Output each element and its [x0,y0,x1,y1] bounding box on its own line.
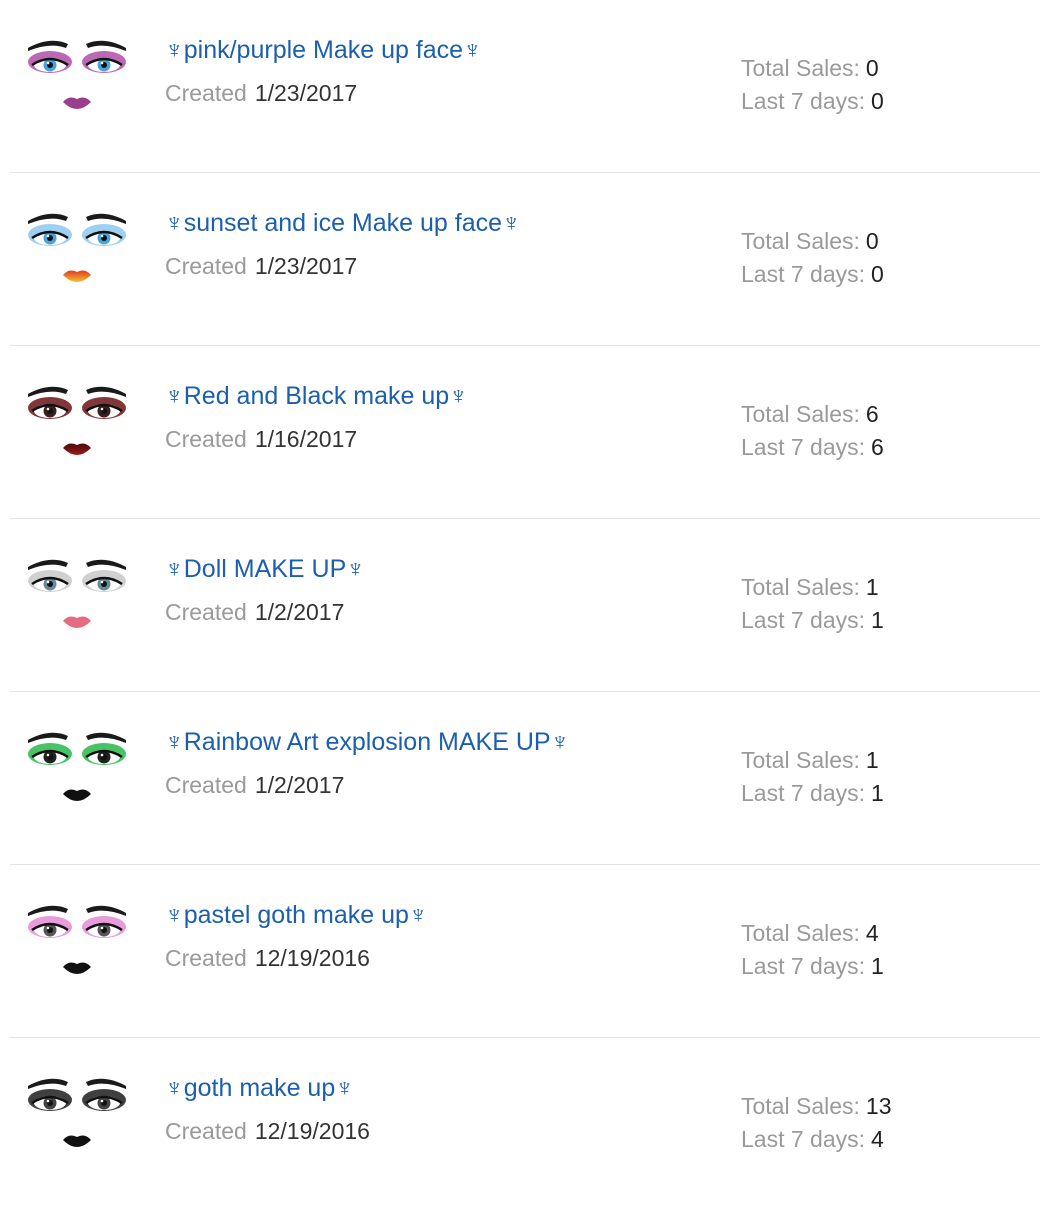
face-thumbnail[interactable] [22,207,132,307]
created-value: 1/2/2017 [254,772,345,798]
created-date: Created 1/23/2017 [165,253,357,280]
sales-stats: Total Sales: 4 Last 7 days: 1 [741,917,884,983]
makeup-face-icon [28,905,126,974]
face-thumbnail[interactable] [22,899,132,999]
list-item: ♆sunset and ice Make up face♆ Created 1/2… [10,173,1040,346]
last-7-days-label: Last 7 days: [741,953,866,979]
face-thumbnail[interactable] [22,380,132,480]
sales-stats: Total Sales: 13 Last 7 days: 4 [741,1090,892,1156]
last-7-days-value: 0 [871,261,884,287]
last-7-days-label: Last 7 days: [741,607,866,633]
total-sales-label: Total Sales: [741,55,860,81]
created-label: Created [165,253,247,279]
sales-stats: Total Sales: 6 Last 7 days: 6 [741,398,884,464]
last-7-days-value: 4 [871,1126,884,1152]
item-title-link[interactable]: ♆pastel goth make up♆ [165,901,428,930]
total-sales-label: Total Sales: [741,228,860,254]
total-sales-label: Total Sales: [741,1093,860,1119]
item-title-link[interactable]: ♆Rainbow Art explosion MAKE UP♆ [165,728,569,757]
last-7-days-value: 1 [871,780,884,806]
total-sales-value: 1 [865,574,879,600]
list-item: ♆Red and Black make up♆ Created 1/16/2017… [10,346,1040,519]
total-sales-label: Total Sales: [741,574,860,600]
created-date: Created 1/23/2017 [165,80,357,107]
last-7-days-label: Last 7 days: [741,88,866,114]
total-sales-value: 0 [865,55,879,81]
total-sales-value: 13 [865,1093,892,1119]
makeup-face-icon [28,732,126,801]
creations-list: ♆pink/purple Make up face♆ Created 1/23/2… [0,0,1040,1211]
last-7-days-value: 1 [871,953,884,979]
last-7-days-label: Last 7 days: [741,261,866,287]
created-label: Created [165,1118,247,1144]
item-title-link[interactable]: ♆sunset and ice Make up face♆ [165,209,521,238]
item-title-link[interactable]: ♆Doll MAKE UP♆ [165,555,365,584]
makeup-face-icon [28,559,126,628]
face-thumbnail[interactable] [22,34,132,134]
total-sales-value: 4 [865,920,879,946]
total-sales-value: 6 [865,401,879,427]
last-7-days-value: 1 [871,607,884,633]
face-thumbnail[interactable] [22,1072,132,1172]
face-thumbnail[interactable] [22,553,132,653]
last-7-days-label: Last 7 days: [741,1126,866,1152]
makeup-face-icon [28,213,126,282]
created-value: 1/2/2017 [254,599,345,625]
total-sales-label: Total Sales: [741,747,860,773]
makeup-face-icon [28,386,126,455]
sales-stats: Total Sales: 0 Last 7 days: 0 [741,225,884,291]
item-title-link[interactable]: ♆Red and Black make up♆ [165,382,468,411]
created-label: Created [165,772,247,798]
created-label: Created [165,599,247,625]
created-date: Created 1/16/2017 [165,426,357,453]
created-label: Created [165,945,247,971]
created-value: 1/23/2017 [254,80,358,106]
created-date: Created 1/2/2017 [165,772,344,799]
sales-stats: Total Sales: 0 Last 7 days: 0 [741,52,884,118]
makeup-face-icon [28,1078,126,1147]
created-value: 12/19/2016 [254,1118,370,1144]
created-label: Created [165,426,247,452]
list-item: ♆goth make up♆ Created 12/19/2016 Total S… [10,1038,1040,1211]
sales-stats: Total Sales: 1 Last 7 days: 1 [741,571,884,637]
total-sales-label: Total Sales: [741,401,860,427]
list-item: ♆pastel goth make up♆ Created 12/19/2016 … [10,865,1040,1038]
last-7-days-label: Last 7 days: [741,780,866,806]
created-date: Created 1/2/2017 [165,599,344,626]
total-sales-label: Total Sales: [741,920,860,946]
list-item: ♆pink/purple Make up face♆ Created 1/23/2… [10,0,1040,173]
created-label: Created [165,80,247,106]
last-7-days-value: 0 [871,88,884,114]
created-date: Created 12/19/2016 [165,945,370,972]
sales-stats: Total Sales: 1 Last 7 days: 1 [741,744,884,810]
last-7-days-label: Last 7 days: [741,434,866,460]
makeup-face-icon [28,40,126,109]
created-value: 1/16/2017 [254,426,358,452]
total-sales-value: 0 [865,228,879,254]
created-date: Created 12/19/2016 [165,1118,370,1145]
face-thumbnail[interactable] [22,726,132,826]
list-item: ♆Rainbow Art explosion MAKE UP♆ Created 1… [10,692,1040,865]
created-value: 12/19/2016 [254,945,370,971]
created-value: 1/23/2017 [254,253,358,279]
total-sales-value: 1 [865,747,879,773]
item-title-link[interactable]: ♆pink/purple Make up face♆ [165,36,482,65]
item-title-link[interactable]: ♆goth make up♆ [165,1074,354,1103]
last-7-days-value: 6 [871,434,884,460]
list-item: ♆Doll MAKE UP♆ Created 1/2/2017 Total Sal… [10,519,1040,692]
